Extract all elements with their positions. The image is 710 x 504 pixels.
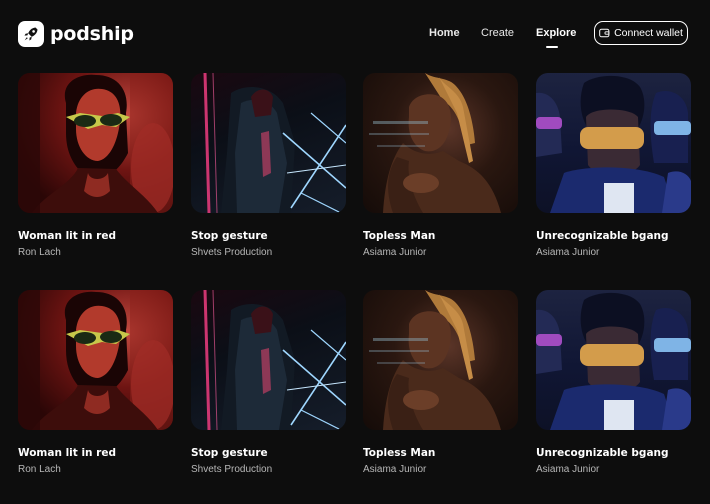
nft-title: Woman lit in red xyxy=(18,447,116,459)
nft-title: Topless Man xyxy=(363,447,436,459)
brand-logo[interactable]: podship xyxy=(18,21,134,47)
nft-title: Woman lit in red xyxy=(18,230,116,242)
nav-explore[interactable]: Explore xyxy=(536,27,576,39)
connect-wallet-button[interactable]: Connect wallet xyxy=(594,21,688,45)
nft-card[interactable]: Topless Man Asiama Junior xyxy=(363,73,518,258)
top-navbar: podship Home Create Explore Connect wall… xyxy=(0,0,710,68)
nft-image-stop-gesture[interactable] xyxy=(191,290,346,430)
nft-title: Unrecognizable bgang xyxy=(536,447,669,459)
nft-title: Stop gesture xyxy=(191,447,268,459)
nft-title: Topless Man xyxy=(363,230,436,242)
nft-image-topless-man[interactable] xyxy=(363,290,518,430)
nft-author: Asiama Junior xyxy=(363,247,427,258)
nft-card[interactable]: Unrecognizable bgang Asiama Junior xyxy=(536,73,691,258)
nav-create[interactable]: Create xyxy=(481,27,514,39)
nft-card[interactable]: Unrecognizable bgang Asiama Junior xyxy=(536,290,691,475)
nft-card[interactable]: Topless Man Asiama Junior xyxy=(363,290,518,475)
nft-title: Stop gesture xyxy=(191,230,268,242)
nft-image-woman-red[interactable] xyxy=(18,290,173,430)
nft-image-stop-gesture[interactable] xyxy=(191,73,346,213)
nft-image-bgang[interactable] xyxy=(536,290,691,430)
nft-card[interactable]: Stop gesture Shvets Production xyxy=(191,290,346,475)
connect-wallet-label: Connect wallet xyxy=(614,27,683,39)
nft-card[interactable]: Woman lit in red Ron Lach xyxy=(18,73,173,258)
nav-home[interactable]: Home xyxy=(429,27,460,39)
rocket-icon xyxy=(18,21,44,47)
nft-author: Asiama Junior xyxy=(363,464,427,475)
nft-image-bgang[interactable] xyxy=(536,73,691,213)
nft-author: Shvets Production xyxy=(191,464,273,475)
active-nav-indicator xyxy=(546,46,558,48)
nft-author: Shvets Production xyxy=(191,247,273,258)
nft-image-topless-man[interactable] xyxy=(363,73,518,213)
nft-author: Ron Lach xyxy=(18,464,61,475)
wallet-icon xyxy=(599,28,610,38)
brand-name: podship xyxy=(50,23,134,45)
nft-author: Ron Lach xyxy=(18,247,61,258)
nft-card[interactable]: Woman lit in red Ron Lach xyxy=(18,290,173,475)
nft-title: Unrecognizable bgang xyxy=(536,230,669,242)
nft-image-woman-red[interactable] xyxy=(18,73,173,213)
nft-author: Asiama Junior xyxy=(536,464,600,475)
nft-author: Asiama Junior xyxy=(536,247,600,258)
nft-card[interactable]: Stop gesture Shvets Production xyxy=(191,73,346,258)
